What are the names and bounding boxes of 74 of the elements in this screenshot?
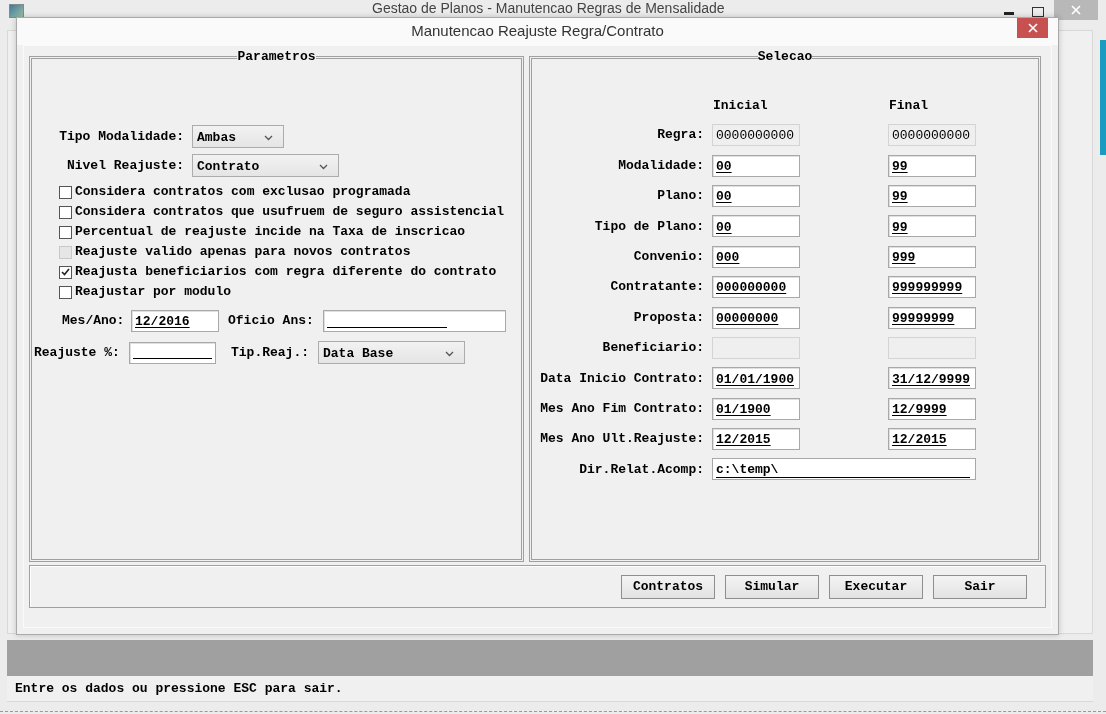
dropdown[interactable]: Data Base [318,341,465,364]
field-label: Mes Ano Ult.Reajuste: [539,430,704,449]
field-label: Data Inicio Contrato: [539,369,704,388]
input-field[interactable]: 999999999 [888,276,976,299]
input-field[interactable]: 99 [888,154,976,177]
input-field[interactable]: 99 [888,184,976,207]
action-button[interactable]: Simular [725,574,819,599]
action-button[interactable]: Executar [829,574,923,599]
field-label: Regra: [656,126,704,145]
checkbox[interactable] [59,285,72,299]
input-field[interactable]: 999 [888,245,976,268]
input-field[interactable]: 12/2015 [712,428,800,451]
checkbox[interactable] [59,225,72,239]
field-label: Dir.Relat.Acomp: [578,460,704,479]
dropdown-caret-icon [445,351,454,357]
field-label: Plano: [656,187,704,206]
input-field[interactable] [323,310,506,332]
action-button[interactable]: Sair [933,574,1027,599]
input-field[interactable]: 00 [712,154,800,177]
close-button[interactable] [1017,18,1048,38]
input-field[interactable]: 01/01/1900 [712,367,800,390]
input-field[interactable]: 31/12/9999 [888,367,976,390]
field-label: Mes/Ano: [62,312,126,331]
window-title: Gestao de Planos - Manutencao Regras de Mensalidade [372,0,725,17]
group-title: Selecao [757,52,813,62]
input-field[interactable]: 00 [712,184,800,207]
input-field[interactable]: 12/2015 [888,428,976,451]
checkbox[interactable] [59,265,72,279]
checkbox[interactable] [59,185,72,199]
action-button[interactable]: Contratos [621,574,715,599]
field-label: Tipo Modalidade: [58,127,184,146]
field-label: Nivel Reajuste: [65,156,184,175]
maximize-icon[interactable] [1032,7,1044,17]
checkbox-label: Reajusta beneficiarios com regra diferente do contrato [75,263,497,282]
checkbox-label: Reajustar por modulo [75,283,232,302]
dropdown-caret-icon [319,164,328,170]
column-header: Final [889,97,928,116]
group-title: Parametros [237,52,316,62]
input-field[interactable] [129,341,216,364]
close-icon [1071,5,1081,15]
checkbox-label: Reajuste valido apenas para novos contratos [75,243,411,262]
field-label: Mes Ano Fim Contrato: [539,399,704,418]
field-label: Tipo de Plano: [593,217,704,236]
input-field[interactable]: 000000000 [712,276,800,299]
field-label: Reajuste %: [34,343,121,362]
close-icon [1027,23,1038,33]
input-field[interactable]: c:\temp\ [712,458,976,481]
field-label: Tip.Reaj.: [231,343,310,362]
input-field[interactable]: 000 [712,245,800,268]
checkbox-label: Considera contratos que usufruem de seguro assistencial [75,203,505,222]
app-icon [9,4,24,18]
status-text: Entre os dados ou pressione ESC para sair. [15,679,343,698]
field-label: Proposta: [632,308,704,327]
input-field[interactable]: 99 [888,215,976,238]
dropdown[interactable]: Ambas [192,125,284,148]
field-label: Contratante: [609,278,704,297]
field-label: Modalidade: [617,156,704,175]
dropdown-caret-icon [264,135,273,141]
field-label: Oficio Ans: [228,312,315,331]
checkbox-label: Percentual de reajuste incide na Taxa de inscricao [75,223,466,242]
input-field[interactable]: 01/1900 [712,397,800,420]
input-field[interactable]: 00 [712,215,800,238]
field-label: Beneficiario: [601,339,704,358]
input-field[interactable]: 00000000 [712,306,800,329]
dropdown[interactable]: Contrato [192,154,339,177]
field-label: Convenio: [632,248,704,266]
input-field[interactable]: 12/9999 [888,397,976,420]
input-field[interactable]: 12/2016 [131,310,219,332]
column-header: Inicial [713,97,769,116]
checkbox[interactable] [59,205,72,219]
checkmark-icon [61,268,70,276]
dialog-title: Manutencao Reajuste Regra/Contrato [411,21,664,42]
input-field[interactable]: 99999999 [888,306,976,329]
checkbox-label: Considera contratos com exclusao programada [75,183,411,202]
